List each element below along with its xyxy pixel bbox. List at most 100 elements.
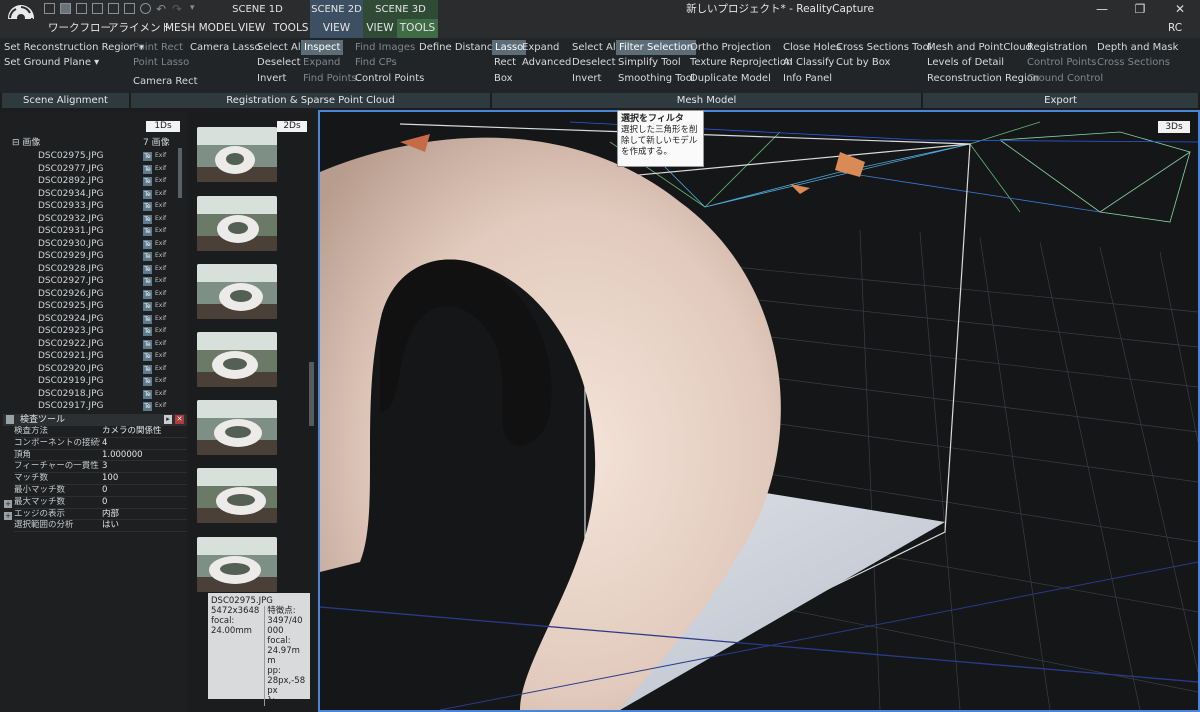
file-list-item[interactable]: DSC02933.JPG: [38, 200, 103, 213]
image-thumbnail[interactable]: [197, 468, 277, 523]
menu-view-2d[interactable]: VIEW: [310, 19, 363, 38]
cut-by-box-button[interactable]: Cut by Box: [836, 55, 890, 70]
inspector-value[interactable]: 100: [100, 473, 187, 484]
file-list-item[interactable]: DSC02921.JPG: [38, 350, 103, 363]
settings-icon[interactable]: [140, 3, 151, 14]
inspector-row[interactable]: 最小マッチ数 0: [14, 485, 187, 497]
select-all-button[interactable]: Select All: [572, 40, 618, 55]
inspector-row[interactable]: 最大マッチ数 0: [14, 497, 187, 509]
file-list-item[interactable]: DSC02922.JPG: [38, 338, 103, 351]
maximize-button[interactable]: ❐: [1120, 0, 1160, 19]
inspector-value[interactable]: はい: [100, 520, 187, 531]
menu-view[interactable]: VIEW: [238, 19, 265, 38]
image-thumbnail[interactable]: [197, 332, 277, 387]
inspector-close-icon[interactable]: ✕: [175, 415, 184, 424]
file-list-item[interactable]: DSC02919.JPG: [38, 375, 103, 388]
inspector-value[interactable]: 内部: [100, 509, 187, 520]
duplicate-model-button[interactable]: Duplicate Model: [690, 71, 771, 86]
inspector-row[interactable]: 頂角 1.000000: [14, 450, 187, 462]
texture-reprojection-button[interactable]: Texture Reprojection: [690, 55, 792, 70]
export-cross-sections-button[interactable]: Cross Sections: [1097, 55, 1170, 70]
set-reconstruction-region-button[interactable]: Set Reconstruction Region ▾: [4, 40, 144, 55]
inspector-value[interactable]: 0: [100, 497, 187, 508]
file-list-item[interactable]: DSC02934.JPG: [38, 188, 103, 201]
layout-3-icon[interactable]: [76, 3, 87, 14]
control-points-button[interactable]: Control Points: [355, 71, 424, 86]
image-thumbnail[interactable]: [197, 264, 277, 319]
file-list-item[interactable]: DSC02925.JPG: [38, 300, 103, 313]
export-ground-control-button[interactable]: Ground Control: [1027, 71, 1103, 86]
file-list-item[interactable]: DSC02927.JPG: [38, 275, 103, 288]
image-thumbnail[interactable]: [197, 196, 277, 251]
inspector-pin-icon[interactable]: ▸: [164, 415, 172, 424]
find-cps-button[interactable]: Find CPs: [355, 55, 397, 70]
export-lod-button[interactable]: Levels of Detail: [927, 55, 1004, 70]
simplify-tool-button[interactable]: Simplify Tool: [618, 55, 681, 70]
menu-tools-3d[interactable]: TOOLS: [397, 19, 438, 38]
select-all-points-button[interactable]: Select All: [257, 40, 303, 55]
image-thumbnail[interactable]: [197, 127, 277, 182]
export-depth-mask-button[interactable]: Depth and Mask: [1097, 40, 1178, 55]
quick-access-dropdown-icon[interactable]: ▾: [190, 3, 195, 13]
tree-scrollbar[interactable]: [178, 148, 182, 198]
file-list-item[interactable]: DSC02928.JPG: [38, 263, 103, 276]
file-list-item[interactable]: DSC02917.JPG: [38, 400, 103, 413]
file-list-item[interactable]: DSC02926.JPG: [38, 288, 103, 301]
info-panel-button[interactable]: Info Panel: [783, 71, 832, 86]
menu-tools[interactable]: TOOLS: [273, 19, 308, 38]
file-list-item[interactable]: DSC02931.JPG: [38, 225, 103, 238]
tab-scene-1d[interactable]: SCENE 1D: [205, 0, 310, 19]
camera-rect-button[interactable]: Camera Rect: [133, 74, 198, 89]
cross-sections-tool-button[interactable]: Cross Sections Tool: [836, 40, 932, 55]
tab-scene-2d[interactable]: SCENE 2D: [310, 0, 363, 19]
collapse-icon[interactable]: ⊟: [12, 138, 22, 148]
smoothing-tool-button[interactable]: Smoothing Tool: [618, 71, 695, 86]
inspector-row[interactable]: エッジの表示 内部: [14, 509, 187, 521]
redo-icon[interactable]: ↷: [172, 2, 182, 16]
advanced-button[interactable]: Advanced: [522, 55, 571, 70]
minimize-button[interactable]: —: [1082, 0, 1122, 19]
layout-4-icon[interactable]: [92, 3, 103, 14]
expand-analysis-icon[interactable]: +: [4, 512, 12, 520]
menu-mesh-model[interactable]: MESH MODEL: [165, 19, 237, 38]
find-points-button[interactable]: Find Points: [303, 71, 357, 86]
deselect-button[interactable]: Deselect: [572, 55, 616, 70]
inspector-value[interactable]: 1.000000: [100, 450, 187, 461]
file-list-item[interactable]: DSC02929.JPG: [38, 250, 103, 263]
export-registration-button[interactable]: Registration: [1027, 40, 1087, 55]
expand-points-button[interactable]: Expand: [303, 55, 340, 70]
file-list-item[interactable]: DSC02930.JPG: [38, 238, 103, 251]
image-thumbnail[interactable]: [197, 400, 277, 455]
inspector-value[interactable]: 0: [100, 485, 187, 496]
close-holes-button[interactable]: Close Holes: [783, 40, 841, 55]
export-mesh-button[interactable]: Mesh and PointCloud: [927, 40, 1032, 55]
file-list-item[interactable]: DSC02918.JPG: [38, 388, 103, 401]
inspector-row[interactable]: マッチ数 100: [14, 473, 187, 485]
point-rect-button[interactable]: Point Rect: [133, 40, 183, 55]
export-region-button[interactable]: Reconstruction Region: [927, 71, 1039, 86]
invert-points-button[interactable]: Invert: [257, 71, 286, 86]
layout-1-icon[interactable]: [44, 3, 55, 14]
deselect-points-button[interactable]: Deselect: [257, 55, 301, 70]
file-list-item[interactable]: DSC02932.JPG: [38, 213, 103, 226]
point-lasso-button[interactable]: Point Lasso: [133, 55, 189, 70]
file-list-item[interactable]: DSC02920.JPG: [38, 363, 103, 376]
layout-6-icon[interactable]: [124, 3, 135, 14]
inspector-row[interactable]: コンポーネントの接続性 4: [14, 438, 187, 450]
file-list-item[interactable]: DSC02975.JPG: [38, 150, 103, 163]
layout-2-icon[interactable]: [60, 3, 71, 14]
file-list-item[interactable]: DSC02924.JPG: [38, 313, 103, 326]
expand-button[interactable]: Expand: [522, 40, 559, 55]
box-button[interactable]: Box: [494, 71, 513, 86]
thumb-scrollbar[interactable]: [309, 362, 314, 426]
menu-alignment[interactable]: アライメント: [108, 19, 171, 38]
image-thumbnail[interactable]: [197, 537, 277, 592]
inspector-row[interactable]: 検査方法 カメラの関係性: [14, 426, 187, 438]
expand-edge-icon[interactable]: +: [4, 500, 12, 508]
menu-workflow[interactable]: ワークフロー: [48, 19, 111, 38]
menu-view-3d[interactable]: VIEW: [363, 19, 397, 38]
file-list-item[interactable]: DSC02892.JPG: [38, 175, 103, 188]
filter-selection-button[interactable]: Filter Selection: [616, 40, 697, 55]
set-ground-plane-button[interactable]: Set Ground Plane ▾: [4, 55, 99, 70]
ai-classify-button[interactable]: AI Classify: [783, 55, 834, 70]
